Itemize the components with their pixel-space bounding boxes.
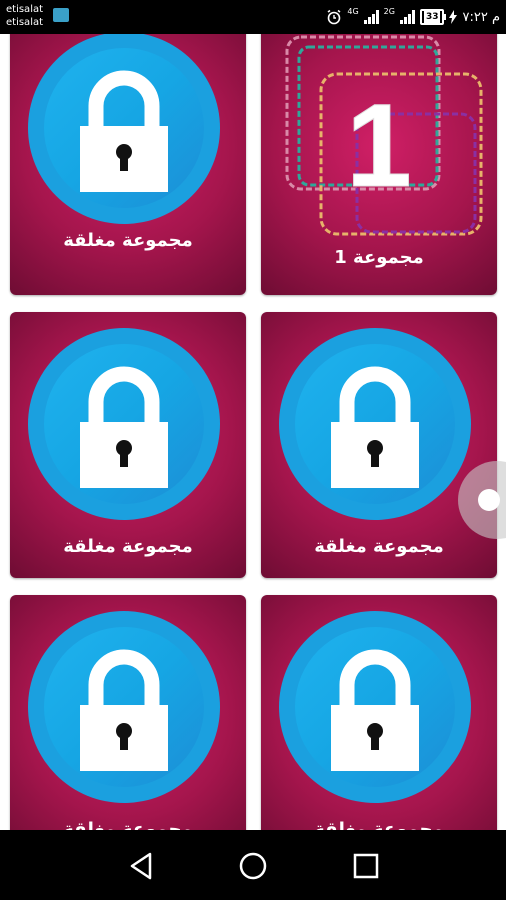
- carrier-2: etisalat: [6, 17, 44, 28]
- group-card-locked[interactable]: مجموعة مغلقة: [261, 312, 497, 578]
- group-label: مجموعة 1: [334, 247, 424, 268]
- carrier-names: etisalat etisalat: [6, 3, 43, 29]
- padlock-icon: [80, 70, 204, 208]
- back-triangle-icon[interactable]: [126, 850, 158, 882]
- group-label: مجموعة مغلقة: [63, 230, 193, 251]
- group-label: مجموعة مغلقة: [314, 819, 444, 830]
- sim-notification-icon: [53, 8, 69, 22]
- clock: م ٧:٢٢: [462, 9, 500, 25]
- group-label: مجموعة مغلقة: [63, 536, 193, 557]
- group-card-locked[interactable]: مجموعة مغلقة: [10, 312, 246, 578]
- lock-circle: [28, 611, 220, 803]
- lock-circle: [279, 328, 471, 520]
- signal-1-icon: [363, 10, 379, 24]
- signal-2-icon: [399, 10, 415, 24]
- navigation-bar: [0, 830, 506, 900]
- lock-circle: [28, 34, 220, 224]
- number-one-icon: 1: [285, 35, 483, 236]
- network-2-label: 2G: [383, 6, 395, 16]
- status-bar: etisalat etisalat 4G 2G 33 م ٧:٢٢: [0, 0, 506, 34]
- battery-level: 33: [423, 11, 441, 23]
- group-number: 1: [346, 80, 412, 212]
- carrier-1: etisalat: [6, 4, 44, 15]
- padlock-icon: [331, 649, 419, 771]
- group-card-1[interactable]: 1 مجموعة 1: [261, 34, 497, 295]
- lock-circle: [279, 611, 471, 803]
- alarm-icon: [327, 9, 341, 25]
- status-icons: 4G 2G 33 م ٧:٢٢: [326, 0, 500, 34]
- lock-circle: [28, 328, 220, 520]
- padlock-icon: [80, 366, 168, 488]
- home-circle-icon[interactable]: [237, 850, 269, 882]
- padlock-icon: [331, 366, 419, 488]
- battery-icon: 33: [419, 9, 446, 25]
- padlock-icon: [80, 649, 168, 771]
- group-label: مجموعة مغلقة: [314, 536, 444, 557]
- recents-square-icon[interactable]: [350, 850, 382, 882]
- group-card-locked[interactable]: مجموعة مغلقة: [10, 34, 246, 295]
- group-card-locked[interactable]: مجموعة مغلقة: [261, 595, 497, 830]
- groups-grid[interactable]: مجموعة مغلقة 1 مجموعة 1 مجموعة مغلقة مجم…: [0, 34, 506, 830]
- group-card-locked[interactable]: مجموعة مغلقة: [10, 595, 246, 830]
- network-1-label: 4G: [347, 6, 359, 16]
- group-label: مجموعة مغلقة: [63, 819, 193, 830]
- charging-icon: [449, 10, 458, 24]
